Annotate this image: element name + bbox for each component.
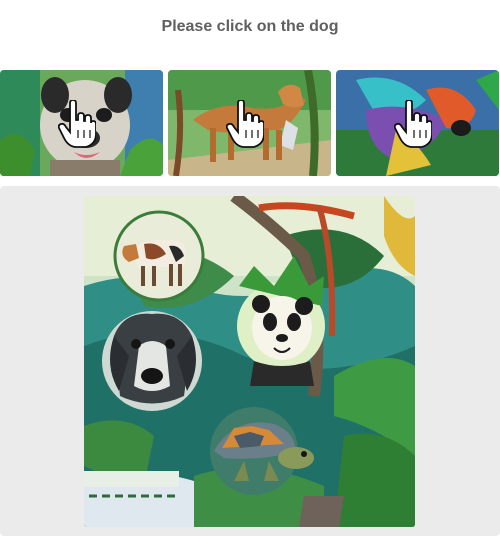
cow-object[interactable] [113,210,205,302]
example-strip [0,70,500,176]
captcha-widget: Please click on the dog [0,0,500,536]
example-image-1 [0,70,163,176]
pointing-hand-cursor-icon [58,100,96,148]
challenge-panel [0,186,500,536]
example-image-3 [336,70,499,176]
pointing-hand-cursor-icon [394,100,432,148]
challenge-image[interactable] [84,196,415,527]
example-image-2 [168,70,331,176]
dog-object[interactable] [102,311,202,411]
pointing-hand-cursor-icon [226,100,264,148]
prompt-text: Please click on the dog [161,18,339,35]
